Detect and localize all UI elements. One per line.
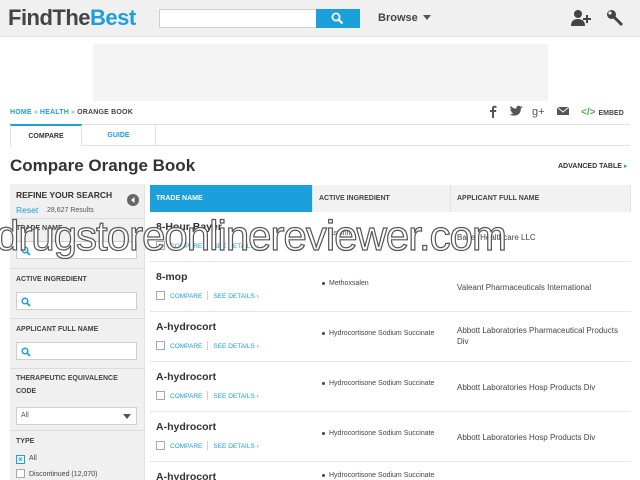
trade-name-input[interactable]	[16, 241, 137, 259]
column-trade-name[interactable]: TRADE NAME	[150, 185, 313, 212]
trade-name[interactable]: A-hydrocort	[156, 471, 216, 480]
tab-guide[interactable]: GUIDE	[82, 125, 156, 146]
search-icon	[21, 246, 31, 256]
chevron-down-icon	[123, 414, 131, 419]
type-all-checkbox[interactable]: × All	[16, 455, 37, 464]
facebook-icon[interactable]	[488, 104, 498, 118]
table-row[interactable]: 8-Hour Bayer COMPARE SEE DETAILS › Aspiri…	[150, 212, 631, 262]
table-header: TRADE NAME ACTIVE INGREDIENT APPLICANT F…	[150, 185, 631, 212]
advanced-table-link[interactable]: ADVANCED TABLE ▸	[558, 162, 627, 170]
mail-icon[interactable]	[556, 104, 570, 118]
embed-button[interactable]: </> EMBED	[581, 107, 624, 118]
search-icon	[331, 12, 344, 25]
te-code-select[interactable]: All	[16, 407, 137, 425]
tab-bar: COMPARE GUIDE	[10, 124, 630, 146]
active-ingredient: Hydrocortisone Sodium Succinate	[322, 429, 442, 439]
compare-checkbox[interactable]	[156, 441, 165, 450]
search-input[interactable]	[159, 9, 317, 28]
trade-name[interactable]: A-hydrocort	[156, 421, 216, 433]
site-logo[interactable]: FindTheBest	[8, 5, 136, 31]
breadcrumb: HOME» HEALTH» ORANGE BOOK	[10, 109, 133, 116]
filter-trade-name: TRADE NAME	[10, 218, 145, 268]
active-ingredient: Methoxsalen	[322, 279, 442, 289]
applicant-name: Bayer Healthcare LLC	[457, 233, 536, 242]
search-button[interactable]	[316, 9, 360, 28]
collapse-sidebar-icon[interactable]	[127, 194, 139, 206]
type-discontinued-checkbox[interactable]: Discontinued (12,070)	[16, 469, 98, 478]
trade-name[interactable]: 8-mop	[156, 271, 188, 283]
refine-sidebar: REFINE YOUR SEARCH Reset 28,627 Results …	[10, 184, 145, 480]
table-row[interactable]: A-hydrocort COMPARE SEE DETAILS › Hydroco…	[150, 412, 631, 462]
column-applicant[interactable]: APPLICANT FULL NAME	[451, 185, 631, 212]
active-ingredient: Hydrocortisone Sodium Succinate	[322, 329, 442, 339]
breadcrumb-current: ORANGE BOOK	[77, 109, 133, 116]
row-actions: COMPARE SEE DETAILS ›	[156, 291, 259, 300]
twitter-icon[interactable]	[509, 104, 524, 118]
filter-label: TRADE NAME	[16, 225, 63, 232]
filter-type: TYPE × All Discontinued (12,070)	[10, 430, 145, 480]
row-actions: COMPARE SEE DETAILS ›	[156, 241, 259, 250]
trade-name[interactable]: A-hydrocort	[156, 321, 216, 333]
active-ingredient: Hydrocortisone Sodium Succinate	[322, 471, 442, 480]
tab-compare[interactable]: COMPARE	[10, 124, 82, 146]
chevron-down-icon	[422, 15, 431, 20]
applicant-input[interactable]	[16, 342, 137, 360]
applicant-name: Abbott Laboratories Pharmaceutical Produ…	[457, 326, 618, 346]
breadcrumb-health[interactable]: HEALTH	[40, 109, 69, 116]
filter-applicant: APPLICANT FULL NAME	[10, 318, 145, 368]
breadcrumb-home[interactable]: HOME	[10, 109, 32, 116]
refine-title: REFINE YOUR SEARCH	[16, 190, 113, 200]
reset-link[interactable]: Reset	[16, 205, 38, 215]
search-icon	[21, 297, 31, 307]
ad-banner	[93, 44, 548, 101]
wrench-icon[interactable]	[606, 9, 624, 27]
compare-checkbox[interactable]	[156, 391, 165, 400]
row-actions: COMPARE SEE DETAILS ›	[156, 341, 259, 350]
checkmark-icon: ×	[16, 455, 25, 464]
table-row[interactable]: A-hydrocort Hydrocortisone Sodium Succin…	[150, 462, 631, 480]
svg-text:g+: g+	[532, 106, 545, 118]
trade-name[interactable]: A-hydrocort	[156, 371, 216, 383]
column-active-ingredient[interactable]: ACTIVE INGREDIENT	[313, 185, 451, 212]
filter-active-ingredient: ACTIVE INGREDIENT	[10, 268, 145, 318]
results-count: 28,627 Results	[47, 207, 94, 214]
filter-label: APPLICANT FULL NAME	[16, 326, 99, 333]
table-row[interactable]: 8-mop COMPARE SEE DETAILS › Methoxsalen V…	[150, 262, 631, 312]
code-icon: </>	[581, 107, 596, 118]
table-row[interactable]: A-hydrocort COMPARE SEE DETAILS › Hydroco…	[150, 362, 631, 412]
applicant-name: Abbott Laboratories Hosp Products Div	[457, 383, 596, 392]
search-icon	[21, 347, 31, 357]
compare-checkbox[interactable]	[156, 241, 165, 250]
add-user-icon[interactable]	[570, 9, 592, 27]
filter-label: TYPE	[16, 438, 35, 445]
row-actions: COMPARE SEE DETAILS ›	[156, 391, 259, 400]
google-plus-icon[interactable]: g+	[532, 104, 548, 118]
table-row[interactable]: A-hydrocort COMPARE SEE DETAILS › Hydroco…	[150, 312, 631, 362]
active-ingredient-input[interactable]	[16, 292, 137, 310]
applicant-name: Abbott Laboratories Hosp Products Div	[457, 433, 596, 442]
compare-checkbox[interactable]	[156, 291, 165, 300]
top-bar: FindTheBest Browse	[0, 0, 640, 37]
active-ingredient: Hydrocortisone Sodium Succinate	[322, 379, 442, 389]
filter-label: THERAPEUTIC EQUIVALENCE CODE	[16, 375, 118, 395]
browse-menu[interactable]: Browse	[378, 12, 431, 24]
row-actions: COMPARE SEE DETAILS ›	[156, 441, 259, 450]
trade-name[interactable]: 8-Hour Bayer	[156, 221, 222, 233]
filter-te-code: THERAPEUTIC EQUIVALENCE CODE All	[10, 368, 145, 430]
chevron-right-icon: ▸	[623, 163, 628, 170]
active-ingredient: Aspirin	[322, 229, 442, 239]
applicant-name: Valeant Pharmaceuticals International	[457, 283, 592, 292]
filter-label: ACTIVE INGREDIENT	[16, 276, 87, 283]
page-title: Compare Orange Book	[10, 156, 196, 175]
compare-checkbox[interactable]	[156, 341, 165, 350]
